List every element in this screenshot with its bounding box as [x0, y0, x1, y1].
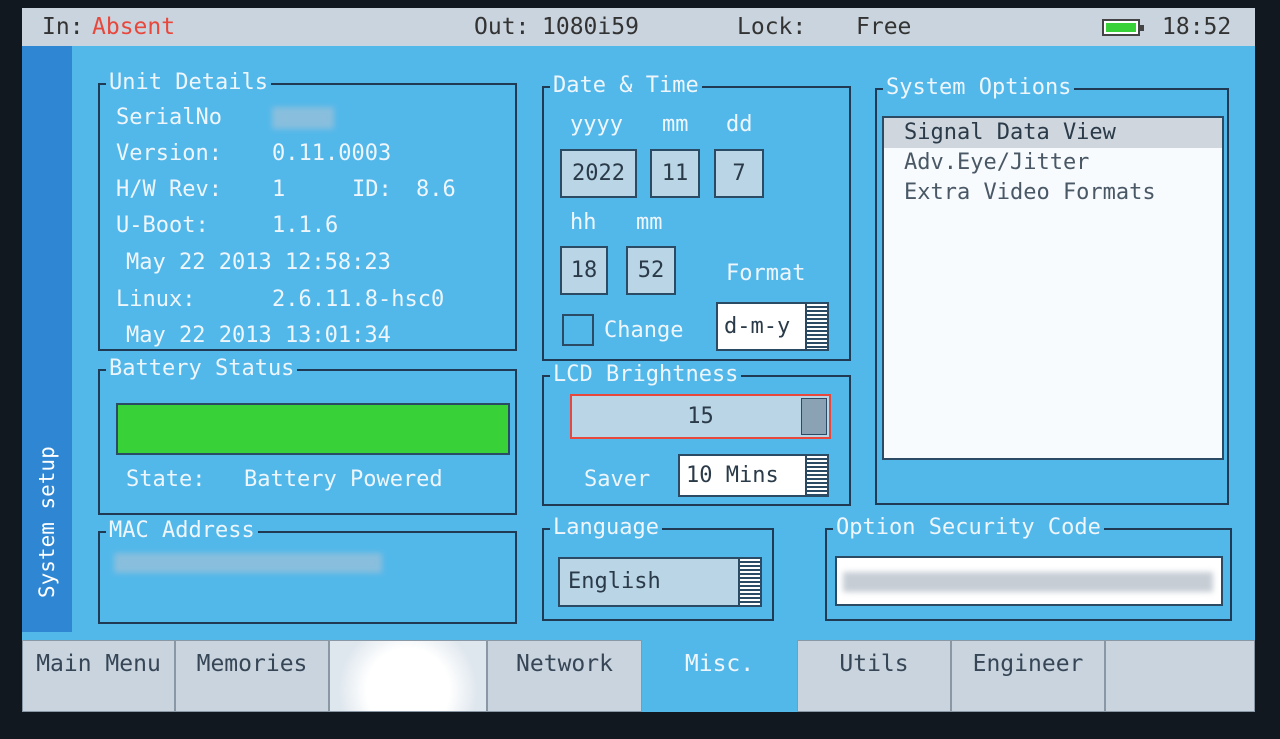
date-format-value: d-m-y [724, 314, 791, 339]
tab-memories[interactable]: Memories [175, 640, 329, 712]
uboot-value: 1.1.6 [272, 213, 339, 238]
system-setup-side-tab[interactable]: System setup [22, 46, 72, 632]
lcd-brightness-group: LCD Brightness 15 Saver 10 Mins [542, 362, 851, 506]
option-item[interactable]: Extra Video Formats [884, 178, 1222, 208]
system-options-group: System Options Signal Data View Adv.Eye/… [875, 75, 1229, 505]
option-item[interactable]: Adv.Eye/Jitter [884, 148, 1222, 178]
lock-label: Lock: [737, 14, 807, 40]
year-label: yyyy [570, 112, 623, 137]
linux-label: Linux: [116, 287, 196, 312]
unit-details-group: Unit Details SerialNo Version: 0.11.0003… [98, 70, 517, 351]
language-select[interactable]: English [558, 557, 762, 607]
id-value: 8.6 [416, 177, 456, 202]
security-code-group: Option Security Code [825, 515, 1232, 621]
brightness-value: 15 [687, 404, 714, 429]
select-grip-icon [738, 559, 760, 605]
uboot-label: U-Boot: [116, 213, 209, 238]
security-code-title: Option Security Code [833, 515, 1104, 540]
serial-value-redacted [272, 107, 334, 129]
tab-main-menu[interactable]: Main Menu [22, 640, 175, 712]
hour-field[interactable]: 18 [560, 246, 608, 295]
day-field[interactable]: 7 [714, 149, 764, 198]
tab-blank[interactable] [329, 640, 487, 712]
input-label: In: [42, 14, 84, 40]
id-label: ID: [352, 177, 392, 202]
date-time-title: Date & Time [550, 73, 702, 98]
uboot-date: May 22 2013 12:58:23 [126, 250, 391, 275]
battery-state-label: State: [126, 467, 206, 492]
select-grip-icon [805, 304, 827, 349]
language-group: Language English [542, 515, 774, 621]
battery-status-title: Battery Status [106, 356, 298, 381]
output-label: Out: [474, 14, 530, 40]
format-label: Format [726, 261, 806, 286]
lcd-brightness-title: LCD Brightness [550, 362, 742, 387]
battery-level-fill [118, 405, 508, 453]
system-options-list[interactable]: Signal Data View Adv.Eye/Jitter Extra Vi… [882, 116, 1224, 460]
linux-value: 2.6.11.8-hsc0 [272, 287, 445, 312]
brightness-slider[interactable]: 15 [570, 394, 831, 439]
year-field[interactable]: 2022 [560, 149, 637, 198]
battery-state-value: Battery Powered [244, 467, 443, 492]
battery-icon [1102, 19, 1144, 36]
select-grip-icon [805, 456, 827, 495]
security-code-redacted [843, 572, 1213, 592]
input-status: Absent [92, 14, 176, 40]
tab-engineer[interactable]: Engineer [951, 640, 1105, 712]
hw-rev-value: 1 [272, 177, 286, 202]
serial-label: SerialNo [116, 105, 222, 130]
tab-utils[interactable]: Utils [797, 640, 951, 712]
version-label: Version: [116, 141, 222, 166]
saver-value: 10 Mins [686, 463, 779, 488]
language-title: Language [550, 515, 662, 540]
date-time-group: Date & Time yyyy mm dd 2022 11 7 hh mm 1… [542, 73, 851, 361]
side-tab-label: System setup [35, 446, 59, 598]
month-label: mm [662, 112, 689, 137]
option-item[interactable]: Signal Data View [884, 118, 1222, 148]
minute-field[interactable]: 52 [626, 246, 676, 295]
saver-select[interactable]: 10 Mins [678, 454, 829, 497]
output-format: 1080i59 [542, 14, 639, 40]
mac-address-value-redacted [114, 553, 382, 573]
system-options-title: System Options [883, 75, 1075, 100]
mac-address-title: MAC Address [106, 518, 258, 543]
status-bar: In: Absent Out: 1080i59 Lock: Free 18:52 [22, 8, 1255, 46]
lock-status: Free [856, 14, 912, 40]
battery-level-bar [116, 403, 510, 455]
change-checkbox[interactable] [562, 314, 594, 346]
tab-misc[interactable]: Misc. [642, 640, 797, 712]
tab-network[interactable]: Network [487, 640, 642, 712]
hour-label: hh [570, 210, 597, 235]
day-label: dd [726, 112, 753, 137]
brightness-slider-handle[interactable] [801, 398, 827, 435]
hw-rev-label: H/W Rev: [116, 177, 222, 202]
saver-label: Saver [584, 467, 651, 492]
version-value: 0.11.0003 [272, 141, 392, 166]
battery-status-group: Battery Status State: Battery Powered [98, 356, 517, 515]
minute-label: mm [636, 210, 663, 235]
mac-address-group: MAC Address [98, 518, 517, 624]
date-format-select[interactable]: d-m-y [716, 302, 829, 351]
clock: 18:52 [1162, 14, 1232, 40]
language-value: English [568, 569, 661, 594]
security-code-input[interactable] [835, 556, 1223, 606]
tab-empty[interactable] [1105, 640, 1255, 712]
change-label: Change [604, 318, 684, 343]
unit-details-title: Unit Details [106, 70, 271, 95]
device-screen: In: Absent Out: 1080i59 Lock: Free 18:52… [22, 8, 1255, 712]
linux-date: May 22 2013 13:01:34 [126, 323, 391, 348]
month-field[interactable]: 11 [650, 149, 700, 198]
